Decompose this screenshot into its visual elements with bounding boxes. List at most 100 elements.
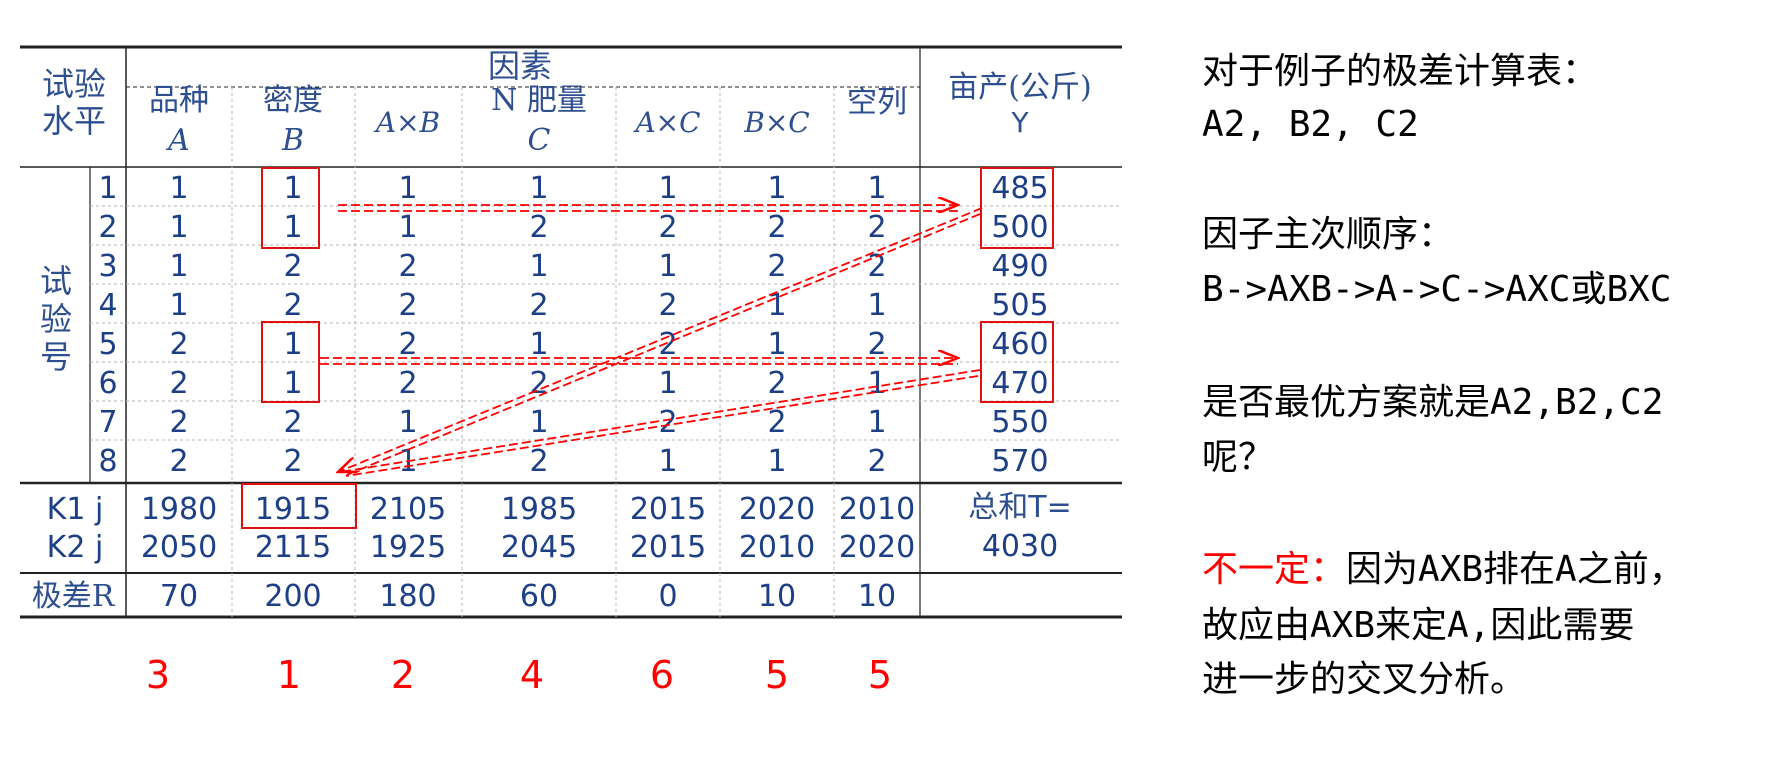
level-cell: 2 (169, 405, 188, 440)
level-cell: 1 (529, 171, 548, 206)
answer-line-3: 进一步的交叉分析。 (1202, 659, 1527, 700)
column-header-name: N 肥量 (491, 83, 587, 118)
range-value: 70 (160, 579, 198, 614)
level-cell: 1 (658, 249, 677, 284)
level-cell: 2 (283, 405, 302, 440)
level-cell: 2 (283, 444, 302, 479)
level-cell: 2 (169, 327, 188, 362)
k1-value: 2015 (630, 492, 706, 527)
k2-value: 2050 (141, 530, 217, 565)
level-cell: 2 (283, 288, 302, 323)
trial-number: 8 (98, 444, 117, 479)
header-yield-line2: Y (1010, 106, 1029, 139)
yield-cell: 570 (991, 444, 1048, 479)
k2-value: 2045 (501, 530, 577, 565)
range-label: 极差R (32, 579, 116, 614)
level-cell: 1 (529, 249, 548, 284)
factor-order-title: 因子主次顺序： (1202, 214, 1455, 255)
rank-label: 4 (520, 653, 544, 697)
range-value: 10 (758, 579, 796, 614)
yield-cell: 490 (991, 249, 1048, 284)
level-cell: 1 (169, 288, 188, 323)
range-value: 10 (858, 579, 896, 614)
trial-number: 3 (98, 249, 117, 284)
level-cell: 2 (529, 444, 548, 479)
not-sure-label: 不一定： (1202, 549, 1347, 590)
header-trial-level-line2: 水平 (42, 102, 106, 140)
level-cell: 1 (867, 366, 886, 401)
level-cell: 2 (398, 366, 417, 401)
level-cell: 1 (283, 171, 302, 206)
range-value: 180 (379, 579, 436, 614)
question-line-1: 是否最优方案就是A2,B2,C2 (1202, 382, 1664, 423)
rank-label: 5 (765, 653, 789, 697)
level-cell: 2 (867, 444, 886, 479)
level-cell: 1 (398, 405, 417, 440)
column-header-letter: A (165, 123, 190, 158)
yield-cell: 460 (991, 327, 1048, 362)
trial-label-char-2: 验 (40, 300, 72, 338)
level-cell: 2 (169, 366, 188, 401)
level-cell: 1 (767, 171, 786, 206)
yield-cell: 505 (991, 288, 1048, 323)
rank-label: 1 (277, 653, 301, 697)
column-header-letter: B×C (743, 106, 809, 139)
level-cell: 2 (767, 210, 786, 245)
yield-cell: 550 (991, 405, 1048, 440)
level-cell: 2 (658, 288, 677, 323)
yield-cell: 485 (991, 171, 1048, 206)
column-header-letter: A×C (632, 106, 700, 139)
header-factors: 因素 (488, 47, 552, 85)
header-trial-level-line1: 试验 (42, 65, 106, 103)
trial-numbers: 1 2 3 4 5 6 7 8 (98, 171, 117, 479)
level-cell: 1 (283, 210, 302, 245)
level-cell: 2 (867, 210, 886, 245)
k1-value: 1915 (255, 492, 331, 527)
k1-value: 1980 (141, 492, 217, 527)
level-cell: 2 (767, 249, 786, 284)
k2-value: 2020 (839, 530, 915, 565)
k1-value: 2020 (739, 492, 815, 527)
level-cell: 1 (169, 171, 188, 206)
trial-number: 2 (98, 210, 117, 245)
yield-cell: 470 (991, 366, 1048, 401)
level-cell: 1 (867, 405, 886, 440)
k2-value: 2015 (630, 530, 706, 565)
level-cell: 1 (398, 171, 417, 206)
k1-value: 2105 (370, 492, 446, 527)
k1-value: 1985 (501, 492, 577, 527)
level-cell: 1 (658, 171, 677, 206)
level-cell: 2 (767, 405, 786, 440)
rank-label: 6 (650, 653, 674, 697)
level-cell: 1 (767, 288, 786, 323)
column-header-name: 品种 (149, 83, 209, 118)
rank-label: 3 (146, 653, 170, 697)
level-cell: 1 (283, 366, 302, 401)
level-cell: 1 (398, 210, 417, 245)
trial-number: 4 (98, 288, 117, 323)
column-header-name: 密度 (263, 83, 323, 118)
trial-number: 1 (98, 171, 117, 206)
level-cell: 1 (169, 210, 188, 245)
column-header-letter: B (281, 123, 304, 158)
level-cell: 2 (398, 288, 417, 323)
column-header-letter: A×B (373, 106, 440, 139)
level-cell: 2 (867, 327, 886, 362)
trial-number: 6 (98, 366, 117, 401)
level-cell: 1 (867, 171, 886, 206)
level-cell: 2 (398, 249, 417, 284)
answer-line-1: 不一定：因为AXB排在A之前， (1202, 548, 1784, 592)
k1-value: 2010 (839, 492, 915, 527)
level-cell: 2 (658, 210, 677, 245)
column-headers: 品种 A 密度 B A×B N 肥量 C A×C B×C 空列 (149, 83, 907, 158)
k2-value: 1925 (370, 530, 446, 565)
level-cell: 1 (658, 366, 677, 401)
table-body: 1 1 1 1 1 1 1 485 1 1 1 2 2 2 2 500 1 2 2 1 1 2 2 490 1 2 2 2 2 1 1 505… (141, 171, 1049, 614)
rank-label: 2 (391, 653, 415, 697)
level-cell: 1 (767, 444, 786, 479)
yield-cell: 500 (991, 210, 1048, 245)
level-cell: 1 (867, 288, 886, 323)
level-cell: 2 (398, 327, 417, 362)
highlight-boxes (241, 167, 1054, 529)
range-table-caption: 对于例子的极差计算表： (1202, 51, 1599, 92)
